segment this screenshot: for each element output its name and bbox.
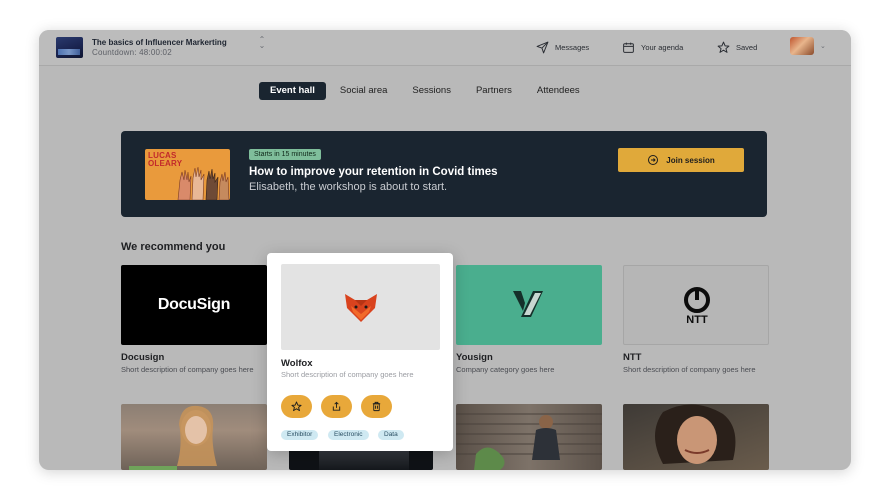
agenda-label: Your agenda [641, 43, 684, 52]
tag-electronic[interactable]: Electronic [328, 430, 369, 440]
card-description: Company category goes here [456, 365, 555, 374]
yousign-logo-image [456, 265, 602, 345]
popup-company-name: Wolfox [281, 358, 313, 369]
raised-hands-illustration [177, 166, 230, 200]
person-portrait-image [655, 404, 736, 464]
docusign-logo: DocuSign [157, 296, 231, 313]
agenda-button[interactable]: Your agenda [622, 41, 683, 54]
event-switcher-icon[interactable]: ⌃ ⌄ [258, 36, 266, 50]
ntt-logo-text: NTT [686, 314, 708, 326]
tab-attendees[interactable]: Attendees [525, 82, 592, 100]
card-description: Short description of company goes here [121, 365, 254, 374]
tab-social-area[interactable]: Social area [328, 82, 400, 100]
top-bar: The basics of Influencer Markerting Coun… [39, 30, 851, 66]
person-portrait-image [129, 405, 217, 470]
calendar-icon [623, 42, 634, 53]
main-nav: Event hall Social area Sessions Partners… [259, 82, 593, 100]
save-company-button[interactable] [281, 395, 312, 418]
enter-icon [648, 155, 659, 165]
share-icon [332, 401, 341, 411]
saved-button[interactable]: Saved [717, 41, 757, 54]
starts-in-badge: Starts in 15 minutes [249, 149, 321, 160]
saved-label: Saved [736, 43, 758, 52]
messages-label: Messages [555, 43, 590, 52]
company-card-yousign[interactable]: Yousign Company category goes here [456, 265, 602, 375]
tab-partners[interactable]: Partners [464, 82, 524, 100]
company-card-ntt[interactable]: NTT NTT Short description of company goe… [623, 265, 769, 375]
event-countdown: Countdown: 48:00:02 [92, 48, 172, 57]
popup-company-description: Short description of company goes here [281, 370, 414, 379]
ntt-logo: NTT [684, 287, 710, 326]
chevron-down-icon[interactable]: ⌄ [820, 42, 826, 50]
join-session-button[interactable]: Join session [618, 148, 744, 172]
tag-data[interactable]: Data [378, 430, 404, 440]
session-subtitle: Elisabeth, the workshop is about to star… [249, 181, 448, 193]
star-icon [291, 401, 302, 412]
company-popup-wolfox[interactable]: Wolfox Short description of company goes… [267, 253, 453, 451]
ntt-logo-image: NTT [623, 265, 769, 345]
session-banner: LUCAS OLEARY Starts in 15 minutes How to… [121, 131, 767, 217]
event-title[interactable]: The basics of Influencer Markerting [92, 38, 227, 47]
company-card-docusign[interactable]: DocuSign Docusign Short description of c… [121, 265, 267, 375]
event-thumbnail[interactable] [56, 37, 83, 58]
star-icon [717, 41, 730, 53]
card-name: Yousign [456, 352, 493, 363]
card-name: NTT [623, 352, 642, 363]
send-icon [536, 41, 549, 54]
attendee-photo-1[interactable] [121, 404, 267, 470]
card-name: Docusign [121, 352, 165, 363]
wolfox-logo-image [281, 264, 440, 350]
trash-icon [372, 401, 381, 412]
messages-button[interactable]: Messages [536, 41, 589, 54]
card-description: Short description of company goes here [623, 365, 756, 374]
join-session-label: Join session [666, 155, 715, 165]
delete-company-button[interactable] [361, 395, 392, 418]
tab-sessions[interactable]: Sessions [400, 82, 463, 100]
person-portrait-image [456, 413, 602, 470]
fox-logo-icon [345, 294, 377, 322]
tab-event-hall[interactable]: Event hall [259, 82, 326, 100]
session-title[interactable]: How to improve your retention in Covid t… [249, 166, 498, 178]
share-company-button[interactable] [321, 395, 352, 418]
attendee-photo-3[interactable] [456, 404, 602, 470]
attendee-photo-4[interactable] [623, 404, 769, 470]
tag-exhibitor[interactable]: Exhibitor [281, 430, 319, 440]
session-thumbnail: LUCAS OLEARY [145, 149, 230, 200]
yousign-logo [513, 291, 543, 317]
recommend-heading: We recommend you [121, 241, 226, 253]
docusign-logo-image: DocuSign [121, 265, 267, 345]
app-window: The basics of Influencer Markerting Coun… [39, 30, 851, 470]
user-avatar[interactable] [790, 37, 814, 55]
